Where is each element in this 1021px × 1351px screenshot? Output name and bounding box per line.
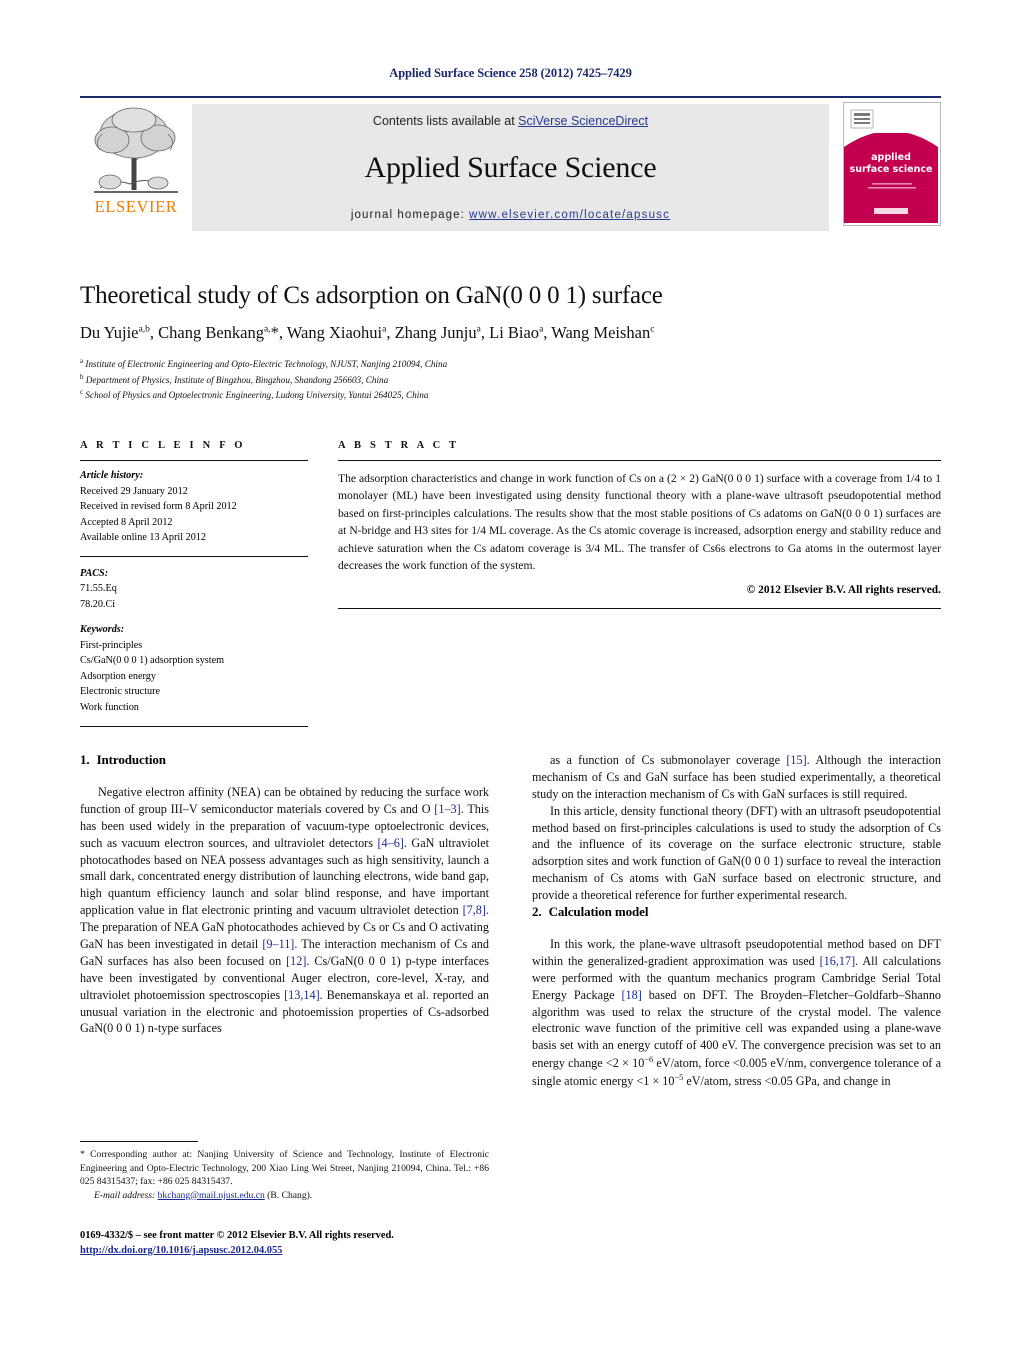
contents-prefix: Contents lists available at: [372, 114, 519, 128]
keyword-item: First-principles: [80, 639, 143, 651]
pacs-group: PACS: 71.55.Eq 78.20.Ci: [80, 566, 308, 613]
paragraph-calculation-model: In this work, the plane-wave ultrasoft p…: [532, 937, 942, 1089]
doi-link[interactable]: http://dx.doi.org/10.1016/j.apsusc.2012.…: [80, 1245, 282, 1256]
history-item: Accepted 8 April 2012: [80, 516, 173, 528]
body-column-right: as a function of Cs submonolayer coverag…: [532, 752, 941, 1212]
elsevier-logo: ELSEVIER: [80, 98, 192, 233]
author-list: Du Yujiea,b, Chang Benkanga,*, Wang Xiao…: [80, 323, 655, 342]
section-heading-calculation-model: 2. Calculation model: [532, 904, 941, 920]
journal-homepage-link[interactable]: www.elsevier.com/locate/apsusc: [469, 209, 670, 221]
footnote-rule: [80, 1141, 198, 1142]
body-gutter: [489, 752, 532, 1212]
article-info-separator: [80, 555, 308, 557]
sciencedirect-link[interactable]: SciVerse ScienceDirect: [518, 114, 648, 128]
pacs-label: PACS:: [80, 567, 109, 579]
history-item: Available online 13 April 2012: [80, 532, 206, 543]
section-number: 2.: [532, 904, 542, 920]
svg-text:surface science: surface science: [850, 164, 933, 175]
issn-line: 0169-4332/$ – see front matter © 2012 El…: [80, 1230, 394, 1241]
abstract-text: The adsorption characteristics and chang…: [338, 472, 941, 572]
journal-cover-art: applied surface science: [844, 103, 938, 223]
journal-masthead: ELSEVIER Contents lists available at Sci…: [80, 96, 941, 233]
keyword-item: Work function: [80, 701, 139, 713]
email-suffix: (B. Chang).: [267, 1189, 313, 1201]
abstract-copyright: © 2012 Elsevier B.V. All rights reserved…: [746, 584, 941, 597]
section-title: Introduction: [96, 752, 166, 767]
abstract-bottom-rule: [338, 608, 941, 610]
contents-list-line: Contents lists available at SciVerse Sci…: [373, 114, 648, 128]
history-item: Received in revised form 8 April 2012: [80, 501, 237, 512]
affiliation-item: b Department of Physics, Institute of Bi…: [80, 372, 389, 385]
footnote-text: * Corresponding author at: Nanjing Unive…: [80, 1148, 489, 1202]
article-history-label: Article history:: [80, 470, 144, 481]
keyword-item: Electronic structure: [80, 686, 161, 697]
elsevier-wordmark: ELSEVIER: [94, 197, 178, 216]
journal-homepage-line: journal homepage: www.elsevier.com/locat…: [351, 209, 670, 221]
keywords-label: Keywords:: [80, 624, 125, 635]
keyword-item: Cs/GaN(0 0 0 1) adsorption system: [80, 655, 225, 666]
column-gutter: [308, 440, 338, 727]
info-abstract-region: A R T I C L E I N F O Article history: R…: [80, 440, 941, 727]
journal-cover-thumbnail[interactable]: applied surface science: [843, 102, 941, 226]
section-number: 1.: [80, 752, 90, 767]
paragraph-this-article: In this article, density functional theo…: [532, 803, 941, 903]
page-title: Theoretical study of Cs adsorption on Ga…: [80, 282, 663, 309]
elsevier-tree-icon: [94, 107, 178, 193]
article-info-bottom-rule: [80, 726, 308, 727]
paragraph-intro-continued: as a function of Cs submonolayer coverag…: [532, 753, 941, 801]
pacs-item: 78.20.Ci: [80, 598, 116, 610]
history-item: Received 29 January 2012: [80, 485, 188, 497]
corresponding-author-footnote: * Corresponding author at: Nanjing Unive…: [80, 1141, 489, 1202]
paragraph-introduction: Negative electron affinity (NEA) can be …: [80, 785, 489, 1036]
pacs-item: 71.55.Eq: [80, 583, 117, 594]
affiliation-item: c School of Physics and Optoelectronic E…: [80, 388, 429, 401]
article-info-heading: A R T I C L E I N F O: [80, 440, 246, 451]
svg-text:applied: applied: [871, 152, 911, 163]
keyword-item: Adsorption energy: [80, 670, 156, 682]
homepage-prefix: journal homepage:: [350, 209, 470, 221]
affiliation-list: a Institute of Electronic Engineering an…: [80, 356, 941, 403]
section-title: Calculation model: [548, 904, 649, 920]
abstract-heading: A B S T R A C T: [338, 440, 460, 451]
title-block: Theoretical study of Cs adsorption on Ga…: [80, 282, 941, 403]
abstract-column: A B S T R A C T The adsorption character…: [338, 440, 941, 727]
footnote-corresponding-author: * Corresponding author at: Nanjing Unive…: [80, 1149, 489, 1188]
section-heading-introduction: 1. Introduction: [80, 752, 489, 768]
paper-page: Applied Surface Science 258 (2012) 7425–…: [0, 0, 1021, 1351]
footer-issn-block: 0169-4332/$ – see front matter © 2012 El…: [80, 1228, 510, 1258]
keywords-group: Keywords: First-principles Cs/GaN(0 0 0 …: [80, 622, 308, 715]
article-info-column: A R T I C L E I N F O Article history: R…: [80, 440, 308, 727]
article-info-body: Article history: Received 29 January 201…: [80, 461, 308, 715]
running-head: Applied Surface Science 258 (2012) 7425–…: [389, 66, 632, 80]
journal-title: Applied Surface Science: [364, 151, 657, 184]
journal-band: Contents lists available at SciVerse Sci…: [192, 104, 829, 231]
email-link[interactable]: bkchang@mail.njust.edu.cn: [158, 1190, 265, 1201]
email-label: E-mail address:: [94, 1189, 156, 1201]
article-history-group: Article history: Received 29 January 201…: [80, 468, 308, 546]
affiliation-item: a Institute of Electronic Engineering an…: [80, 357, 448, 370]
